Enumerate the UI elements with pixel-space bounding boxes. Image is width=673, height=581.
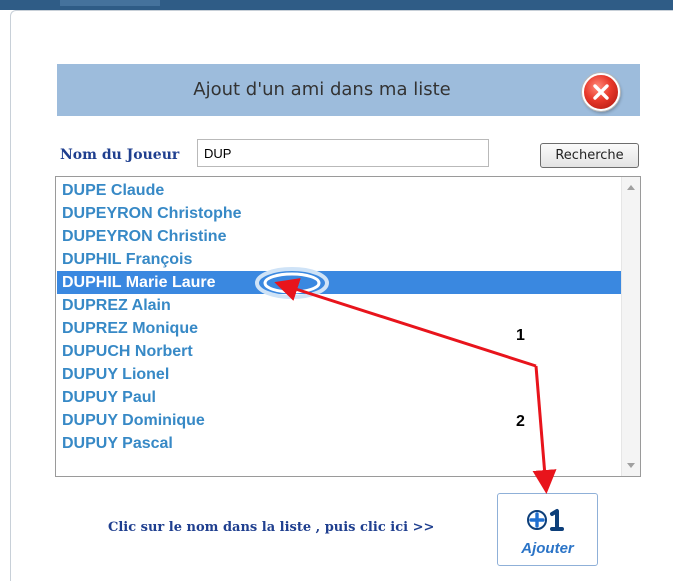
step-1-label: 1 — [516, 327, 525, 344]
dialog-title: Ajout d'un ami dans ma liste — [193, 79, 451, 100]
player-result-item[interactable]: DUPUY Pascal — [57, 432, 623, 455]
scroll-down-icon[interactable] — [627, 463, 635, 468]
player-results-list[interactable]: DUPE Claude DUPEYRON Christophe DUPEYRON C… — [55, 176, 641, 477]
player-name-label: Nom du Joueur — [60, 147, 180, 163]
close-button[interactable] — [582, 73, 620, 111]
window-top-bar — [0, 0, 673, 10]
player-result-item[interactable]: DUPHIL François — [57, 248, 623, 271]
player-result-item[interactable]: DUPEYRON Christophe — [57, 202, 623, 225]
window-tab — [60, 0, 160, 6]
add-button-label: Ajouter — [521, 540, 574, 557]
plus-one-icon — [527, 509, 564, 531]
instruction-text: Clic sur le nom dans la liste , puis cli… — [108, 520, 435, 535]
player-result-item[interactable]: DUPREZ Monique — [57, 317, 623, 340]
player-result-item[interactable]: DUPEYRON Christine — [57, 225, 623, 248]
player-result-item[interactable]: DUPUCH Norbert — [57, 340, 623, 363]
player-result-item[interactable]: DUPUY Lionel — [57, 363, 623, 386]
player-result-item[interactable]: DUPE Claude — [57, 179, 623, 202]
results-container: DUPE Claude DUPEYRON Christophe DUPEYRON C… — [57, 179, 623, 455]
dialog-title-bar: Ajout d'un ami dans ma liste — [57, 64, 640, 116]
add-button[interactable]: Ajouter — [497, 493, 598, 566]
player-name-input[interactable] — [197, 139, 489, 167]
player-result-item[interactable]: DUPUY Dominique — [57, 409, 623, 432]
player-result-item[interactable]: DUPREZ Alain — [57, 294, 623, 317]
player-result-item[interactable]: DUPHIL Marie Laure — [57, 271, 623, 294]
search-button[interactable]: Recherche — [540, 143, 639, 168]
step-2-label: 2 — [516, 413, 525, 430]
close-icon — [593, 84, 609, 100]
scroll-up-icon[interactable] — [627, 185, 635, 190]
player-result-item[interactable]: DUPUY Paul — [57, 386, 623, 409]
list-scrollbar[interactable] — [621, 177, 640, 476]
